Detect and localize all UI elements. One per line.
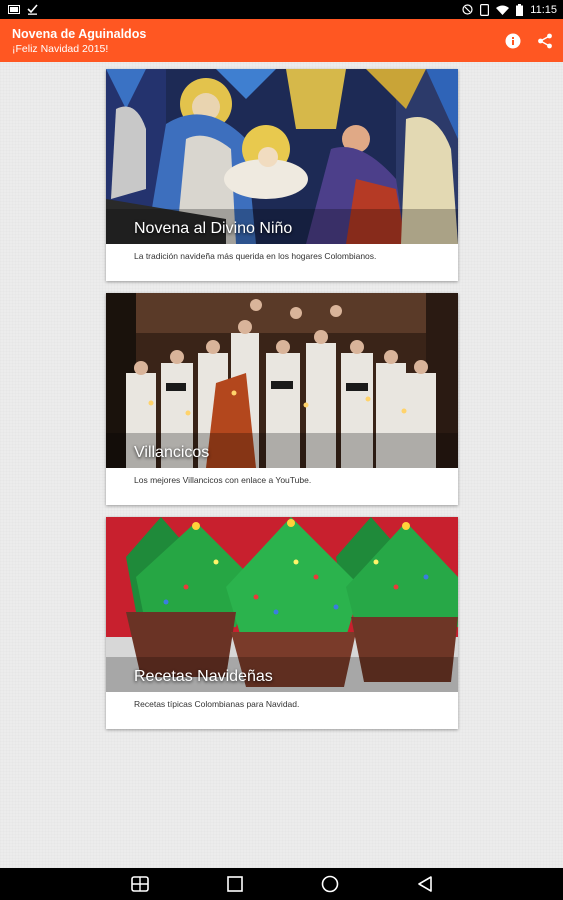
app-titles: Novena de Aguinaldos ¡Feliz Navidad 2015… [12,27,146,55]
recents-icon[interactable] [226,876,243,892]
screenshot-icon [8,4,20,15]
card-image-stained-glass-nativity: Novena al Divino Niño [106,69,458,244]
status-left [8,4,38,15]
battery-icon [516,3,524,16]
app-bar: Novena de Aguinaldos ¡Feliz Navidad 2015… [0,19,563,62]
screenshot-nav-icon[interactable] [130,876,149,892]
card-image-christmas-tree-cupcakes: Recetas Navideñas [106,517,458,692]
card-title: Recetas Navideñas [134,668,273,685]
vibrate-icon [480,3,490,16]
card-description: La tradición navideña más querida en los… [134,251,377,261]
card-villancicos[interactable]: Villancicos Los mejores Villancicos con … [106,293,458,505]
download-done-icon [27,4,38,15]
app-subtitle: ¡Feliz Navidad 2015! [12,42,109,55]
status-right: 11:15 [462,3,557,16]
card-list: Novena al Divino Niño La tradición navid… [0,62,563,868]
nav-bar [0,868,563,900]
app-title: Novena de Aguinaldos [12,26,147,41]
status-bar: 11:15 [0,0,563,19]
card-description: Recetas típicas Colombianas para Navidad… [134,699,300,709]
alarm-icon [462,4,473,15]
back-icon[interactable] [417,876,433,892]
status-time: 11:15 [530,3,557,16]
home-icon[interactable] [321,875,339,893]
app-actions [505,33,553,49]
card-description: Los mejores Villancicos con enlace a You… [134,475,312,485]
share-icon[interactable] [537,33,553,49]
wifi-icon [496,5,510,15]
info-icon[interactable] [505,33,521,49]
card-image-choir-candles: Villancicos [106,293,458,468]
card-novena[interactable]: Novena al Divino Niño La tradición navid… [106,69,458,281]
card-title: Villancicos [134,444,210,461]
card-recetas[interactable]: Recetas Navideñas Recetas típicas Colomb… [106,517,458,729]
card-title: Novena al Divino Niño [134,220,293,237]
